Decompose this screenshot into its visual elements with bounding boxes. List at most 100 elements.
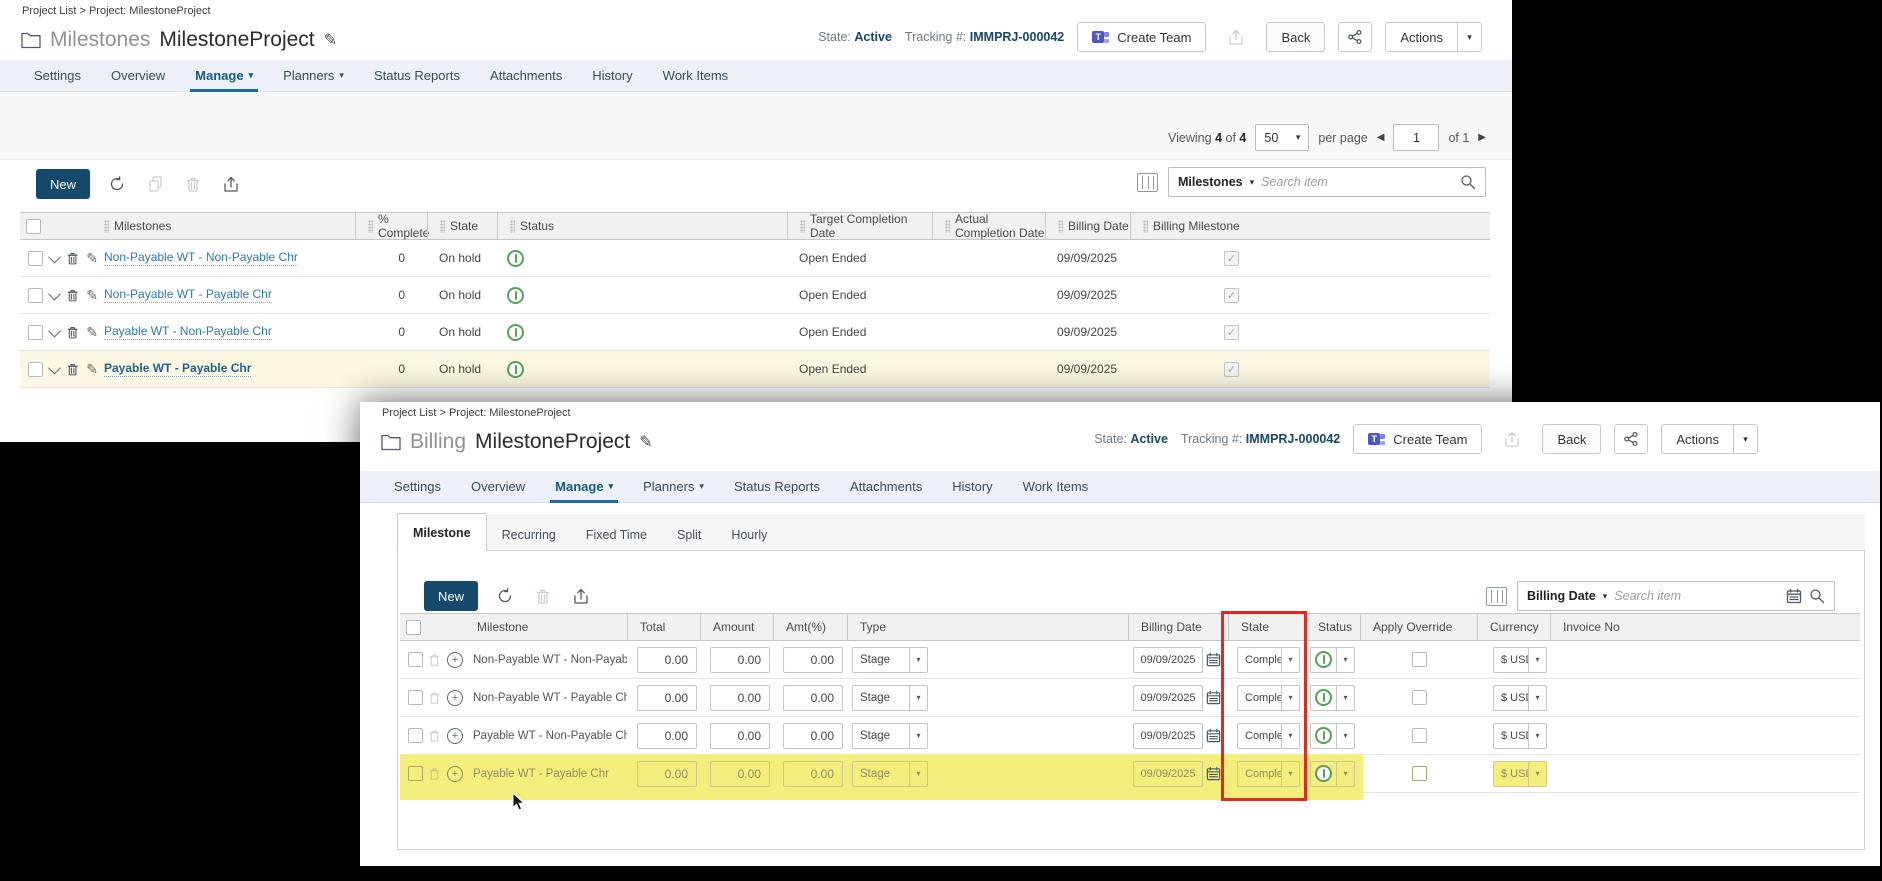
delete-icon[interactable] <box>182 173 204 195</box>
breadcrumb[interactable]: Project List > Project: MilestoneProject <box>382 407 571 419</box>
add-icon[interactable]: + <box>447 651 463 668</box>
search-box[interactable]: Milestones ▾ Search item <box>1168 167 1486 197</box>
billing-date-input[interactable]: 09/09/2025 <box>1133 684 1203 711</box>
dropdown-arrow-icon[interactable]: ▾ <box>1336 685 1354 710</box>
billing-milestone-checkbox[interactable]: ✓ <box>1224 324 1239 340</box>
back-button[interactable]: Back <box>1542 424 1602 454</box>
billing-milestone-checkbox[interactable]: ✓ <box>1224 361 1239 377</box>
share-icon-button[interactable] <box>1338 22 1373 52</box>
dropdown-arrow-icon[interactable]: ▾ <box>1528 761 1546 786</box>
dropdown-arrow-icon[interactable]: ▾ <box>909 685 927 710</box>
tab-status-reports[interactable]: Status Reports <box>734 471 820 502</box>
calendar-icon[interactable] <box>1206 690 1221 705</box>
tab-manage[interactable]: Manage ▾ <box>190 60 259 92</box>
export-icon-button[interactable] <box>1495 424 1529 454</box>
subtab-hourly[interactable]: Hourly <box>716 520 782 550</box>
tab-manage[interactable]: Manage ▾ <box>550 471 619 503</box>
col-header-status[interactable]: Status <box>1305 614 1360 640</box>
billing-date-input[interactable]: 09/09/2025 <box>1133 760 1203 787</box>
dropdown-arrow-icon[interactable]: ▾ <box>1528 647 1546 672</box>
drag-handle-icon[interactable] <box>104 219 109 233</box>
chevron-down-icon[interactable] <box>48 250 61 263</box>
calendar-icon[interactable] <box>1786 588 1802 604</box>
billing-date-input[interactable]: 09/09/2025 <box>1133 646 1203 673</box>
drag-handle-icon[interactable] <box>510 219 515 233</box>
back-button[interactable]: Back <box>1266 22 1326 52</box>
search-input[interactable]: Search item <box>1261 175 1453 189</box>
status-select[interactable]: ▾ <box>1310 684 1355 711</box>
apply-override-checkbox[interactable] <box>1412 652 1427 667</box>
col-header-apply-override[interactable]: Apply Override <box>1360 614 1477 640</box>
column-settings-icon[interactable] <box>1137 172 1158 192</box>
col-header-total[interactable]: Total <box>627 614 700 640</box>
subtab-milestone[interactable]: Milestone <box>397 513 487 551</box>
col-header-billing-date[interactable]: Billing Date <box>1128 614 1228 640</box>
delete-row-icon[interactable] <box>428 653 441 667</box>
dropdown-arrow-icon[interactable]: ▾ <box>1281 647 1299 672</box>
search-icon[interactable] <box>1460 174 1476 190</box>
col-header-state[interactable]: State <box>427 213 497 239</box>
amount-input[interactable]: 0.00 <box>710 684 770 711</box>
row-checkbox[interactable] <box>28 287 43 303</box>
billing-date-input[interactable]: 09/09/2025 <box>1133 722 1203 749</box>
state-select[interactable]: Comple...▾ <box>1237 684 1300 711</box>
row-checkbox[interactable] <box>408 652 423 667</box>
share-icon-button[interactable] <box>1614 424 1649 454</box>
drag-handle-icon[interactable] <box>800 219 805 233</box>
delete-row-icon[interactable] <box>428 691 441 705</box>
export-icon-button[interactable] <box>1219 22 1253 52</box>
search-input[interactable]: Search item <box>1614 589 1779 603</box>
actions-dropdown-arrow[interactable]: ▾ <box>1458 22 1482 52</box>
dropdown-arrow-icon[interactable]: ▾ <box>1528 685 1546 710</box>
total-input[interactable]: 0.00 <box>637 760 697 787</box>
search-filter-select[interactable]: Milestones <box>1178 175 1243 189</box>
search-filter-select[interactable]: Billing Date <box>1527 589 1596 603</box>
tab-attachments[interactable]: Attachments <box>490 60 562 91</box>
dropdown-arrow-icon[interactable]: ▾ <box>909 647 927 672</box>
col-header-amount[interactable]: Amount <box>700 614 773 640</box>
total-input[interactable]: 0.00 <box>637 722 697 749</box>
type-select[interactable]: Stage ▾ <box>852 684 928 711</box>
actions-button[interactable]: Actions <box>1385 22 1458 52</box>
tab-work-items[interactable]: Work Items <box>1023 471 1089 502</box>
type-select[interactable]: Stage ▾ <box>852 646 928 673</box>
type-select[interactable]: Stage ▾ <box>852 760 928 787</box>
milestone-link[interactable]: Payable WT - Non-Payable Chr <box>104 324 272 340</box>
state-select[interactable]: Comple...▾ <box>1237 722 1300 749</box>
amount-input[interactable]: 0.00 <box>710 760 770 787</box>
amount-input[interactable]: 0.00 <box>710 722 770 749</box>
export-icon[interactable] <box>570 585 592 607</box>
prev-page-icon[interactable]: ◀ <box>1377 132 1385 143</box>
dropdown-arrow-icon[interactable]: ▾ <box>1281 761 1299 786</box>
tab-planners[interactable]: Planners ▾ <box>643 471 704 502</box>
edit-row-icon[interactable]: ✎ <box>86 250 98 267</box>
drag-handle-icon[interactable] <box>368 219 373 233</box>
col-header-actual-completion[interactable]: Actual Completion Date <box>932 212 1045 240</box>
col-header-milestone[interactable]: Milestone <box>465 614 627 640</box>
dropdown-arrow-icon[interactable]: ▾ <box>1528 723 1546 748</box>
tab-status-reports[interactable]: Status Reports <box>374 60 460 91</box>
add-icon[interactable]: + <box>447 727 463 744</box>
drag-handle-icon[interactable] <box>440 219 445 233</box>
breadcrumb[interactable]: Project List > Project: MilestoneProject <box>22 5 211 17</box>
dropdown-arrow-icon[interactable]: ▾ <box>1281 723 1299 748</box>
amt-pct-input[interactable]: 0.00 <box>783 760 843 787</box>
tab-work-items[interactable]: Work Items <box>663 60 729 91</box>
new-button[interactable]: New <box>424 581 478 611</box>
status-select[interactable]: ▾ <box>1310 722 1355 749</box>
total-input[interactable]: 0.00 <box>637 684 697 711</box>
next-page-icon[interactable]: ▶ <box>1478 132 1486 143</box>
amt-pct-input[interactable]: 0.00 <box>783 684 843 711</box>
milestone-link[interactable]: Payable WT - Payable Chr <box>104 361 252 377</box>
delete-row-icon[interactable] <box>66 251 79 266</box>
tab-settings[interactable]: Settings <box>34 60 81 91</box>
delete-row-icon[interactable] <box>66 325 79 340</box>
row-checkbox[interactable] <box>28 361 43 377</box>
tab-planners[interactable]: Planners ▾ <box>283 60 344 91</box>
apply-override-checkbox[interactable] <box>1412 728 1427 743</box>
select-all-checkbox[interactable] <box>26 218 41 234</box>
type-select[interactable]: Stage ▾ <box>852 722 928 749</box>
delete-row-icon[interactable] <box>66 288 79 303</box>
calendar-icon[interactable] <box>1206 728 1221 743</box>
state-select[interactable]: Comple...▾ <box>1237 646 1300 673</box>
